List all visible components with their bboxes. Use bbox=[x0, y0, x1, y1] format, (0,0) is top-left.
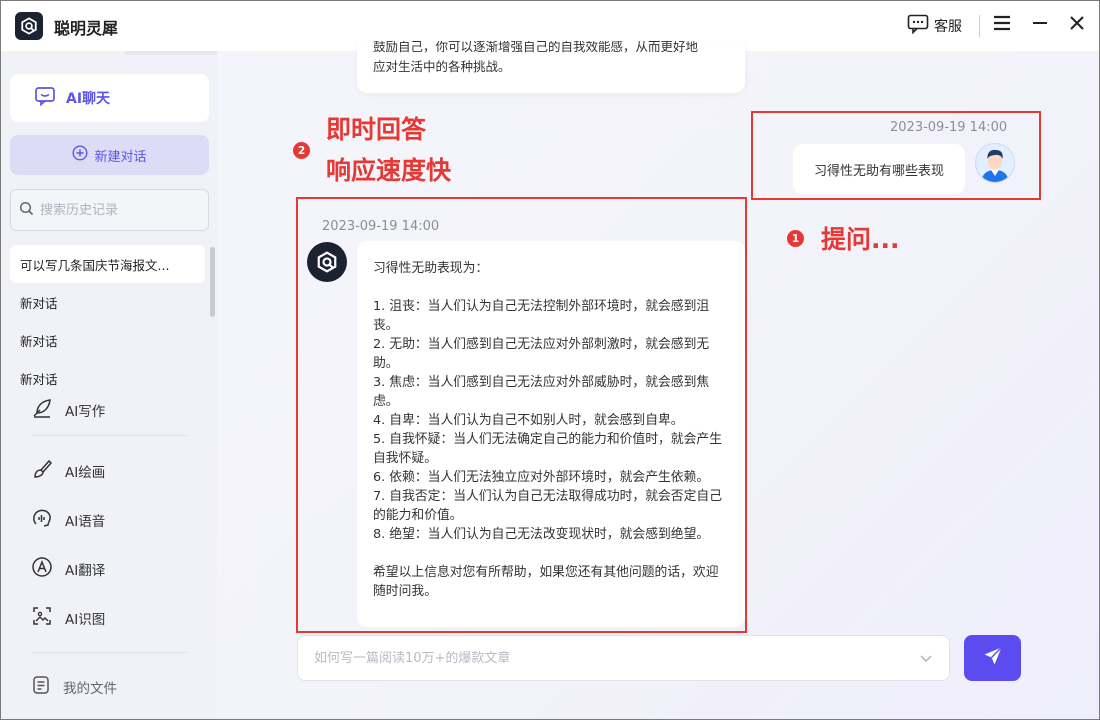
titlebar-divider bbox=[979, 15, 980, 37]
nav-ai-translate[interactable]: AI翻译 bbox=[31, 554, 105, 584]
history-scrollbar[interactable] bbox=[210, 247, 215, 317]
message-line: 鼓励自己，你可以逐渐增强自己的自我效能感，从而更好地 bbox=[373, 41, 699, 54]
history-item[interactable]: 可以写几条国庆节海报文... bbox=[10, 245, 205, 283]
history-item[interactable]: 新对话 bbox=[10, 359, 205, 397]
app-title: 聪明灵犀 bbox=[54, 19, 119, 38]
feather-pen-icon bbox=[31, 397, 53, 423]
previous-bot-message: 鼓励自己，你可以逐渐增强自己的自我效能感，从而更好地 应对生活中的各种挑战。 bbox=[357, 41, 745, 93]
app-window: 聪明灵犀 客服 AI聊天 新建对话 搜索历史记录 可以写几条国庆节海报文... … bbox=[0, 0, 1100, 720]
nav-ai-image-recognition[interactable]: AI识图 bbox=[31, 603, 105, 633]
sidebar: AI聊天 新建对话 可以写几条国庆节海报文... 新对话 新对话 新对话 AI写… bbox=[1, 51, 217, 719]
minimize-icon bbox=[1031, 14, 1049, 36]
app-logo-icon bbox=[15, 12, 43, 40]
menu-button[interactable] bbox=[989, 12, 1015, 38]
search-icon bbox=[19, 201, 34, 220]
annotation-badge-2: 2 bbox=[293, 142, 310, 159]
nav-label: AI语音 bbox=[65, 514, 106, 530]
minimize-button[interactable] bbox=[1027, 12, 1053, 38]
nav-ai-painting[interactable]: AI绘画 bbox=[31, 456, 105, 486]
nav-label: AI识图 bbox=[65, 612, 106, 628]
chat-bubble-icon bbox=[907, 14, 929, 38]
history-item[interactable]: 新对话 bbox=[10, 283, 205, 321]
paint-brush-icon bbox=[31, 458, 53, 484]
nav-ai-chat[interactable]: AI聊天 bbox=[10, 74, 209, 122]
annotation-label-fast-response: 响应速度快 bbox=[326, 156, 452, 185]
prompt-input-bar[interactable] bbox=[297, 635, 950, 681]
hamburger-icon bbox=[992, 15, 1012, 35]
chevron-down-icon[interactable] bbox=[919, 649, 933, 668]
customer-service-label: 客服 bbox=[934, 19, 962, 35]
message-line: 应对生活中的各种挑战。 bbox=[373, 59, 511, 74]
sidebar-divider bbox=[31, 435, 187, 436]
send-button[interactable] bbox=[964, 635, 1021, 681]
history-item[interactable]: 新对话 bbox=[10, 321, 205, 359]
annotation-badge-1: 1 bbox=[787, 230, 804, 247]
nav-my-files[interactable]: 我的文件 bbox=[31, 672, 117, 702]
customer-service-button[interactable]: 客服 bbox=[907, 14, 962, 38]
translate-icon bbox=[31, 556, 53, 582]
annotation-label-instant-answer: 即时回答 bbox=[326, 115, 427, 144]
prompt-input[interactable] bbox=[314, 650, 919, 666]
close-button[interactable] bbox=[1064, 12, 1090, 38]
nav-ai-writing[interactable]: AI写作 bbox=[31, 395, 105, 425]
nav-label: AI翻译 bbox=[65, 563, 106, 579]
chat-icon bbox=[34, 86, 56, 110]
annotation-label-question: 提问... bbox=[821, 225, 900, 254]
voice-icon bbox=[31, 507, 53, 533]
close-icon bbox=[1068, 14, 1086, 36]
file-icon bbox=[31, 675, 51, 699]
image-scan-icon bbox=[31, 605, 53, 631]
history-search[interactable] bbox=[10, 189, 209, 231]
nav-ai-voice[interactable]: AI语音 bbox=[31, 505, 105, 535]
sidebar-divider bbox=[31, 652, 187, 653]
nav-label: AI写作 bbox=[65, 404, 106, 420]
plus-circle-icon bbox=[72, 145, 88, 165]
annotation-box-question bbox=[751, 111, 1041, 200]
nav-label: 我的文件 bbox=[63, 681, 117, 697]
history-search-input[interactable] bbox=[40, 202, 200, 218]
nav-ai-chat-label: AI聊天 bbox=[66, 91, 111, 107]
nav-label: AI绘画 bbox=[65, 465, 106, 481]
annotation-box-answer bbox=[296, 197, 747, 633]
send-icon bbox=[982, 645, 1004, 671]
sidebar-top-edge bbox=[125, 51, 217, 55]
new-chat-button[interactable]: 新建对话 bbox=[10, 135, 209, 175]
new-chat-label: 新建对话 bbox=[94, 149, 147, 165]
